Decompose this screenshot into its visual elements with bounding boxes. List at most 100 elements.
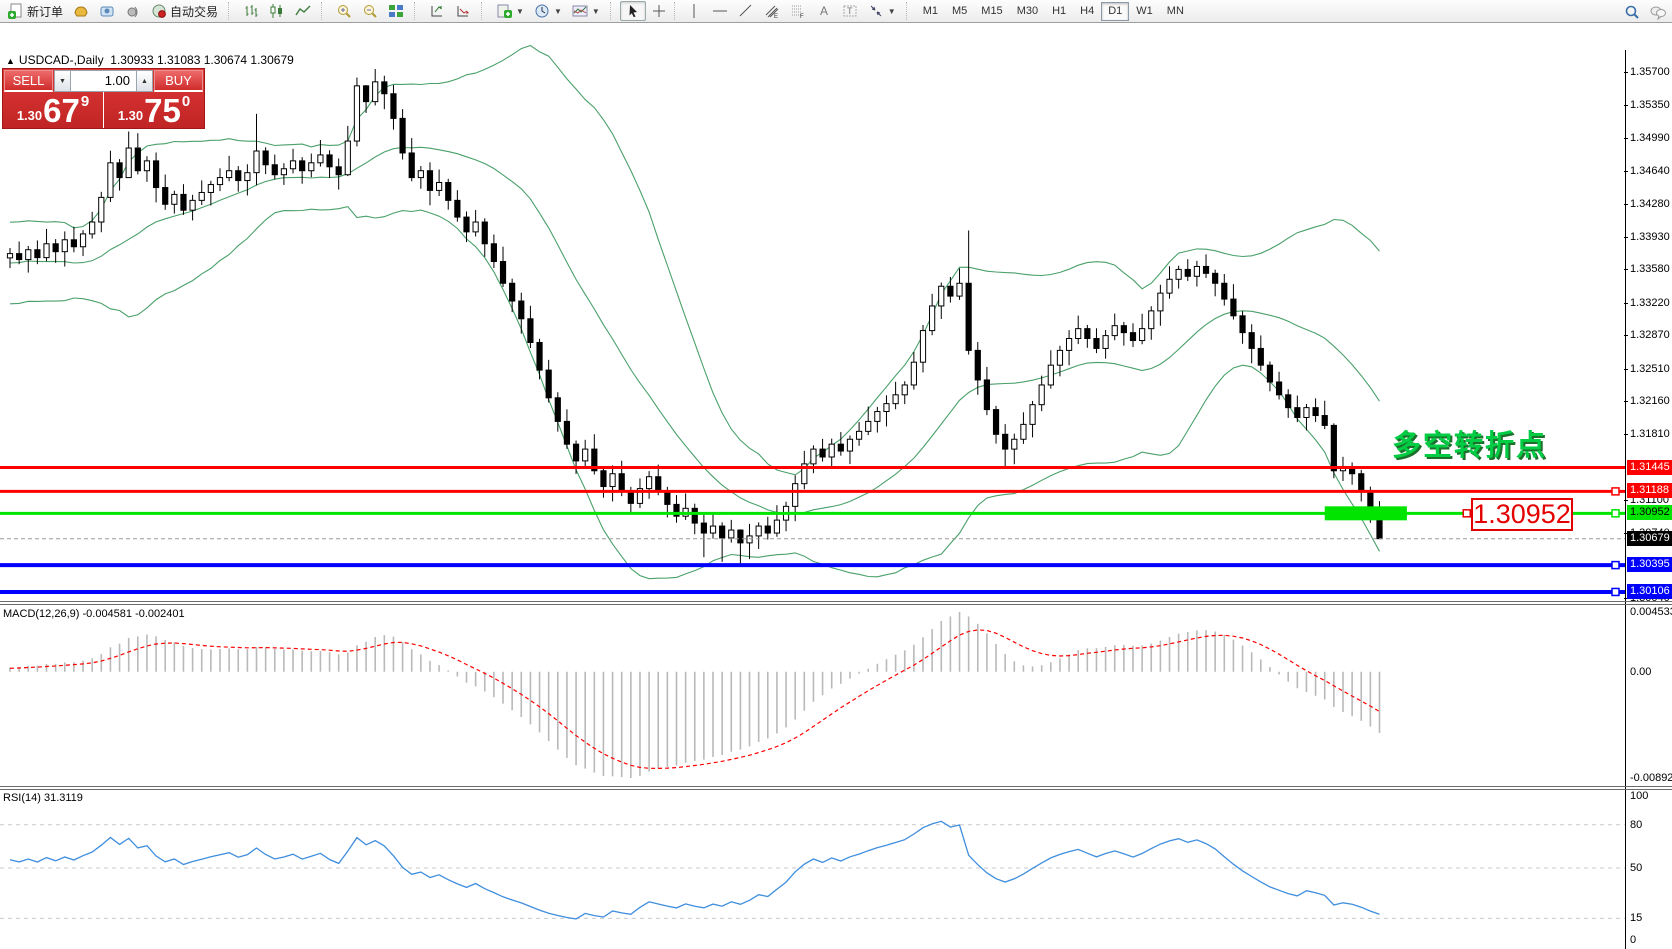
candle[interactable] xyxy=(117,163,122,178)
candle[interactable] xyxy=(80,234,85,247)
candle[interactable] xyxy=(318,155,323,163)
candle[interactable] xyxy=(1331,425,1336,470)
candle[interactable] xyxy=(555,398,560,422)
candle[interactable] xyxy=(838,444,843,451)
candle[interactable] xyxy=(1176,269,1181,279)
candle[interactable] xyxy=(920,331,925,363)
candle[interactable] xyxy=(208,185,213,193)
candle[interactable] xyxy=(701,523,706,533)
channel-button[interactable]: E xyxy=(759,1,785,21)
candle[interactable] xyxy=(135,148,140,171)
candle[interactable] xyxy=(17,254,22,260)
candle[interactable] xyxy=(1130,333,1135,341)
candle[interactable] xyxy=(1167,279,1172,293)
candle[interactable] xyxy=(1304,408,1309,418)
candle[interactable] xyxy=(1085,329,1090,339)
candle[interactable] xyxy=(1103,336,1108,349)
candle[interactable] xyxy=(984,380,989,410)
buy-price[interactable]: 1.30 75 0 xyxy=(104,92,204,128)
volume-down-button[interactable]: ▼ xyxy=(54,70,71,92)
candle[interactable] xyxy=(1048,365,1053,385)
candle[interactable] xyxy=(847,439,852,451)
horizontal-line-button[interactable] xyxy=(707,1,733,21)
candle[interactable] xyxy=(1012,439,1017,449)
green-zone-rectangle[interactable] xyxy=(1325,506,1407,520)
candle[interactable] xyxy=(1276,382,1281,395)
candle[interactable] xyxy=(893,395,898,404)
price-callout-box[interactable]: 1.30952 xyxy=(1471,498,1573,531)
candle[interactable] xyxy=(446,183,451,201)
candle[interactable] xyxy=(254,151,259,173)
candle[interactable] xyxy=(290,161,295,169)
line-handle[interactable] xyxy=(1612,488,1619,495)
candle[interactable] xyxy=(1021,424,1026,439)
candle[interactable] xyxy=(692,508,697,523)
candle[interactable] xyxy=(144,161,149,171)
fibonacci-button[interactable]: F xyxy=(785,1,811,21)
candle[interactable] xyxy=(1359,474,1364,491)
candle[interactable] xyxy=(418,171,423,178)
candle[interactable] xyxy=(26,250,31,260)
candle[interactable] xyxy=(190,200,195,210)
zoom-out-button[interactable] xyxy=(357,1,383,21)
deposit-button[interactable] xyxy=(68,1,94,21)
candle[interactable] xyxy=(482,222,487,244)
period-button[interactable]: ▼ xyxy=(529,1,567,21)
candle[interactable] xyxy=(71,240,76,247)
chat-icon[interactable] xyxy=(1650,4,1666,20)
candle[interactable] xyxy=(491,244,496,262)
candle[interactable] xyxy=(1076,329,1081,339)
new-order-button[interactable]: 新订单 xyxy=(3,1,68,21)
candle[interactable] xyxy=(1057,350,1062,365)
candle[interactable] xyxy=(473,222,478,232)
timeframe-m1[interactable]: M1 xyxy=(916,2,945,21)
candle[interactable] xyxy=(966,283,971,350)
candle[interactable] xyxy=(1185,269,1190,276)
candle[interactable] xyxy=(793,484,798,507)
cursor-button[interactable] xyxy=(620,1,646,21)
candle[interactable] xyxy=(1313,408,1318,416)
candle[interactable] xyxy=(1295,408,1300,418)
candle[interactable] xyxy=(400,118,405,153)
candle[interactable] xyxy=(1158,293,1163,311)
timeframe-w1[interactable]: W1 xyxy=(1129,2,1160,21)
sound-button[interactable] xyxy=(120,1,146,21)
arrange-left-button[interactable] xyxy=(424,1,450,21)
candle[interactable] xyxy=(993,410,998,435)
candlestick-button[interactable] xyxy=(264,1,290,21)
tile-windows-button[interactable] xyxy=(383,1,409,21)
crosshair-button[interactable] xyxy=(646,1,672,21)
timeframe-m30[interactable]: M30 xyxy=(1010,2,1045,21)
candle[interactable] xyxy=(455,200,460,217)
candle[interactable] xyxy=(866,421,871,431)
candle[interactable] xyxy=(391,94,396,119)
candle[interactable] xyxy=(1203,266,1208,273)
candle[interactable] xyxy=(327,155,332,167)
volume-input[interactable]: 1.00 xyxy=(71,70,136,92)
candle[interactable] xyxy=(7,254,12,258)
candle[interactable] xyxy=(1030,405,1035,425)
line-handle[interactable] xyxy=(1612,562,1619,569)
line-handle[interactable] xyxy=(1612,588,1619,595)
candle[interactable] xyxy=(1286,395,1291,408)
candle[interactable] xyxy=(44,244,49,258)
candle[interactable] xyxy=(510,283,515,301)
candle[interactable] xyxy=(172,194,177,204)
candle[interactable] xyxy=(199,192,204,200)
candle[interactable] xyxy=(90,222,95,234)
candle[interactable] xyxy=(382,82,387,94)
candle[interactable] xyxy=(1194,266,1199,276)
sell-button[interactable]: SELL xyxy=(4,70,53,92)
candle[interactable] xyxy=(1222,283,1227,299)
candle[interactable] xyxy=(1121,326,1126,333)
timeframe-d1[interactable]: D1 xyxy=(1101,2,1129,21)
candle[interactable] xyxy=(710,526,715,533)
candle[interactable] xyxy=(519,301,524,319)
candle[interactable] xyxy=(245,173,250,181)
text-button[interactable]: A xyxy=(811,1,837,21)
candle[interactable] xyxy=(546,370,551,398)
candle[interactable] xyxy=(1112,326,1117,336)
candle[interactable] xyxy=(373,82,378,102)
candle[interactable] xyxy=(300,161,305,171)
candle[interactable] xyxy=(1240,316,1245,333)
